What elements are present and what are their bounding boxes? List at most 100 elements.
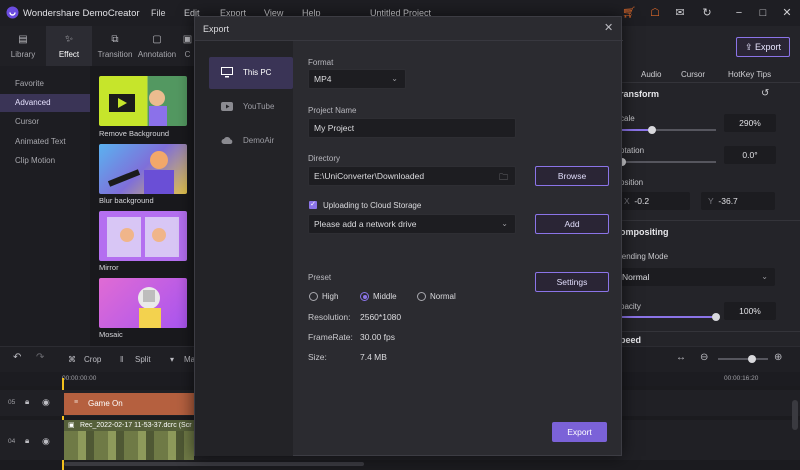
format-select[interactable]: MP4 ⌄ — [308, 69, 406, 89]
zoom-in-icon[interactable]: ⊕ — [774, 352, 782, 363]
effect-grid: Remove Background Blur background Mirror… — [90, 66, 195, 346]
gift-icon[interactable]: ☖ — [648, 6, 662, 20]
category-advanced[interactable]: Advanced — [0, 94, 90, 112]
media-tabs: ▤ Library ✨︎ Effect ⧉ Transition ▢ Annotatio… — [0, 26, 195, 66]
split-button[interactable]: Split — [135, 355, 151, 364]
preset-normal-label[interactable]: Normal — [430, 292, 456, 301]
timeline-h-scrollbar[interactable] — [64, 462, 364, 466]
eye-icon[interactable]: ◉ — [42, 436, 50, 447]
undo-icon[interactable]: ↶ — [13, 352, 21, 363]
preset-middle-radio[interactable] — [360, 292, 369, 301]
library-icon: ▤ — [18, 34, 28, 45]
timeline-scrollbar[interactable] — [792, 400, 798, 430]
effect-thumb-mirror[interactable] — [99, 211, 187, 261]
destination-label: YouTube — [243, 102, 275, 111]
rotation-slider[interactable] — [620, 161, 716, 163]
redo-icon[interactable]: ↷ — [36, 352, 44, 363]
tab-annotation[interactable]: ▢ Annotation — [134, 26, 180, 66]
panel-divider — [620, 82, 800, 83]
rotation-value[interactable]: 0.0° — [724, 146, 776, 164]
opacity-label: pacity — [620, 302, 641, 311]
cloud-storage-label: Uploading to Cloud Storage — [323, 201, 422, 210]
folder-icon[interactable]: 🗀︎ — [499, 168, 508, 186]
zoom-out-icon[interactable]: ⊖ — [700, 352, 708, 363]
split-icon[interactable]: ‖ — [120, 355, 123, 364]
crop-icon[interactable]: ⌘ — [68, 355, 76, 364]
video-clip-icon: ▣ — [68, 422, 75, 429]
fit-icon[interactable]: ↔ — [676, 352, 686, 363]
cloud-storage-checkbox[interactable]: ✓ — [309, 201, 317, 209]
effect-label-mosaic: Mosaic — [99, 330, 123, 339]
zoom-slider-knob[interactable] — [748, 355, 756, 363]
category-cursor[interactable]: Cursor — [0, 113, 90, 131]
computer-icon — [221, 67, 233, 78]
account-icon[interactable]: ↻ — [700, 6, 714, 20]
crop-button[interactable]: Crop — [84, 355, 101, 364]
scale-slider-knob[interactable] — [648, 126, 656, 134]
preset-high-radio[interactable] — [309, 292, 318, 301]
preset-middle-label[interactable]: Middle — [373, 292, 397, 301]
export-button[interactable]: Export — [552, 422, 607, 442]
minimize-icon[interactable]: − — [732, 6, 746, 20]
destination-label: This PC — [243, 68, 272, 77]
menu-file[interactable]: File — [151, 8, 166, 18]
message-icon[interactable]: ✉ — [673, 6, 687, 20]
position-x-tag: X — [624, 196, 630, 206]
preset-high-label[interactable]: High — [322, 292, 338, 301]
mark-icon[interactable]: ▾ — [170, 355, 174, 364]
destination-demoair[interactable]: DemoAir — [209, 125, 293, 157]
settings-button[interactable]: Settings — [535, 272, 609, 292]
export-top-button[interactable]: ⇪ Export — [736, 37, 790, 57]
clip-type-icon: ≡ — [74, 399, 79, 406]
transform-heading: ransform — [620, 89, 660, 99]
cloud-icon — [221, 137, 233, 144]
lock-icon[interactable]: 🔒︎ — [25, 397, 29, 407]
timeline-clip-recording[interactable]: ▣ Rec_2022-02-17 11-53-37.dcrc (Scr — [64, 420, 194, 460]
project-name-input[interactable]: My Project — [308, 118, 516, 138]
timeline-clip-game-on[interactable]: ≡ Game On — [64, 393, 194, 415]
blending-mode-label: lending Mode — [620, 252, 669, 261]
category-clip-motion[interactable]: Clip Motion — [0, 152, 90, 170]
panel-tab-hotkey-tips[interactable]: HotKey Tips — [728, 70, 771, 79]
blending-mode-select[interactable]: Normal ⌄ — [620, 268, 775, 286]
youtube-icon — [221, 102, 233, 111]
opacity-slider-knob[interactable] — [712, 313, 720, 321]
preset-normal-radio[interactable] — [417, 292, 426, 301]
directory-input[interactable]: E:\UniConverter\Downloaded 🗀︎ — [308, 166, 516, 186]
clip-label: Game On — [88, 399, 123, 408]
scale-value[interactable]: 290% — [724, 114, 776, 132]
format-value: MP4 — [314, 74, 332, 84]
reset-icon[interactable]: ↺ — [761, 88, 769, 99]
cart-icon[interactable]: 🛒︎ — [622, 6, 636, 20]
tab-caption[interactable]: ▣ C — [180, 26, 195, 66]
tab-library[interactable]: ▤ Library — [0, 26, 46, 66]
eye-icon[interactable]: ◉ — [42, 397, 50, 408]
effect-thumb-remove-background[interactable] — [99, 76, 187, 126]
tab-effect[interactable]: ✨︎ Effect — [46, 26, 92, 66]
effect-thumb-blur-background[interactable] — [99, 144, 187, 194]
close-icon[interactable]: ✕ — [780, 6, 794, 20]
time-end: 00:00:16:20 — [724, 375, 759, 382]
zoom-slider[interactable] — [718, 358, 768, 360]
category-favorite[interactable]: Favorite — [0, 75, 90, 93]
network-drive-select[interactable]: Please add a network drive ⌄ — [308, 214, 516, 234]
category-animated-text[interactable]: Animated Text — [0, 133, 90, 151]
rotation-label: otation — [620, 146, 645, 155]
mirror-illustration — [107, 217, 179, 257]
lock-icon[interactable]: 🔒︎ — [25, 436, 29, 446]
tab-transition[interactable]: ⧉ Transition — [92, 26, 138, 66]
add-drive-button[interactable]: Add — [535, 214, 609, 234]
panel-tab-audio[interactable]: Audio — [641, 70, 661, 79]
caption-icon: ▣ — [182, 34, 193, 45]
maximize-icon[interactable]: □ — [756, 6, 770, 20]
panel-tab-cursor[interactable]: Cursor — [681, 70, 705, 79]
dialog-close-icon[interactable]: ✕ — [604, 21, 613, 34]
browse-button[interactable]: Browse — [535, 166, 609, 186]
opacity-value[interactable]: 100% — [724, 302, 776, 320]
democreator-logo-icon — [6, 6, 19, 19]
destination-this-pc[interactable]: This PC — [209, 57, 293, 89]
position-x-field[interactable]: X -0.2 — [620, 192, 690, 210]
position-y-field[interactable]: Y -36.7 — [701, 192, 775, 210]
destination-youtube[interactable]: YouTube — [209, 91, 293, 123]
effect-thumb-mosaic[interactable] — [99, 278, 187, 328]
